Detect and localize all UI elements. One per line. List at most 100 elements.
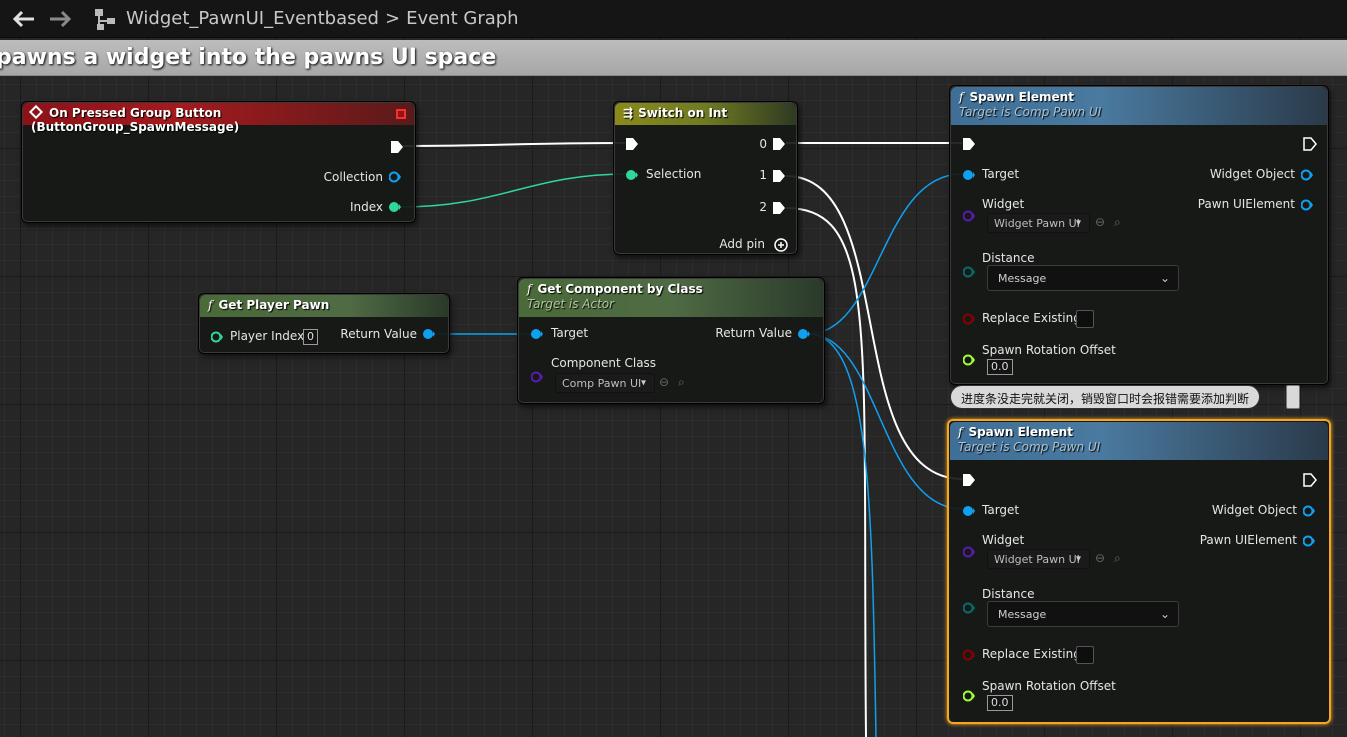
exec-out-1-pin-icon[interactable] [772,169,786,183]
node-comment-bubble[interactable]: 进度条没走完就关闭，销毁窗口时会报错需要添加判断 [950,385,1261,409]
component-class-pin-icon[interactable] [531,371,543,383]
pin-label-pawn-uielement: Pawn UIElement [1197,197,1295,211]
spawn-element-node-1[interactable]: f Spawn Element Target is Comp Pawn UI Ta… [949,85,1329,385]
player-index-pin-icon[interactable] [211,331,223,343]
function-icon: f [208,298,213,312]
widget-class-pin-icon[interactable] [963,210,975,222]
event-node-on-pressed-group-button[interactable]: On Pressed Group Button (ButtonGroup_Spa… [21,101,416,223]
chevron-down-icon: ⌄ [1159,271,1170,285]
pin-label-target: Target [551,326,589,340]
exec-out-0-pin-icon[interactable] [772,137,786,151]
spawn-element-subtitle-2: Target is Comp Pawn UI [958,440,1101,454]
target-pin-icon[interactable] [531,328,543,340]
return-value-pin-icon[interactable] [798,328,810,340]
widget-class-dropdown[interactable]: Widget Pawn UI ▾ [987,549,1090,569]
comment-pin-icon[interactable] [1286,385,1300,409]
browse-arrow-icon[interactable]: ⊖ [1095,215,1105,229]
event-node-header: On Pressed Group Button (ButtonGroup_Spa… [23,103,414,134]
spawn-element-title-1: Spawn Element [969,90,1074,104]
get-component-by-class-node[interactable]: f Get Component by Class Target is Actor … [517,277,825,404]
exec-out-pin-icon[interactable] [390,140,404,154]
exec-in-pin-icon[interactable] [625,137,639,151]
replace-existing-pin-icon[interactable] [963,649,975,661]
pin-label-0: 0 [759,137,767,151]
widget-class-pin-icon[interactable] [963,546,975,558]
event-node-title: On Pressed Group Button (ButtonGroup_Spa… [31,106,240,134]
search-icon[interactable]: ⌕ [678,375,685,390]
spawn-element-header-1: f Spawn Element Target is Comp Pawn UI [951,87,1327,125]
rotation-offset-input[interactable]: 0.0 [987,359,1013,375]
rotation-offset-pin-icon[interactable] [963,354,975,366]
spawn-element-title-2: Spawn Element [968,425,1073,439]
pawn-uielement-pin-icon[interactable] [1303,535,1315,547]
exec-in-pin-icon[interactable] [962,137,976,151]
function-icon: f [958,425,963,439]
exec-out-2-pin-icon[interactable] [772,201,786,215]
exec-out-pin-icon[interactable] [1303,137,1317,151]
widget-object-pin-icon[interactable] [1301,169,1313,181]
add-pin-plus-icon[interactable] [774,238,788,252]
target-pin-icon[interactable] [963,169,975,181]
widget-class-dropdown[interactable]: Widget Pawn UI ▾ [987,213,1090,233]
pin-label-2: 2 [759,200,767,214]
pin-label-widget: Widget [982,533,1025,547]
pin-label-pawn-uielement: Pawn UIElement [1199,533,1297,547]
chevron-down-icon: ▾ [1075,217,1081,229]
get-component-title: Get Component by Class [537,282,703,296]
get-player-pawn-header: f Get Player Pawn [200,295,448,317]
function-icon: f [959,90,964,104]
pin-label-widget-object: Widget Object [1209,167,1295,181]
exec-out-pin-icon[interactable] [1303,473,1317,487]
search-icon[interactable]: ⌕ [1114,551,1121,566]
pin-label-replace-existing: Replace Existing [982,647,1081,661]
collection-pin-icon[interactable] [389,171,401,183]
pin-label-spawn-rotation-offset: Spawn Rotation Offset [982,679,1116,693]
switch-node-title: Switch on Int [638,106,728,120]
replace-existing-pin-icon[interactable] [963,313,975,325]
object-wire-comp-spawn2 [807,333,963,510]
component-class-value: Comp Pawn UI [562,377,642,390]
pawn-uielement-pin-icon[interactable] [1301,199,1313,211]
browse-arrow-icon[interactable]: ⊖ [1095,551,1105,565]
add-pin-button[interactable]: Add pin [719,237,765,251]
switch-icon: ⇶ [623,106,634,120]
switch-on-int-node[interactable]: ⇶ Switch on Int Selection 0 1 2 Add pin [613,101,798,255]
event-diamond-icon [28,104,44,120]
distance-pin-icon[interactable] [963,602,975,614]
player-index-input[interactable]: 0 [303,329,318,345]
pin-label-distance: Distance [982,587,1035,601]
exec-in-pin-icon[interactable] [962,473,976,487]
spawn-element-node-2[interactable]: f Spawn Element Target is Comp Pawn UI Ta… [947,419,1331,724]
delegate-pin-icon[interactable] [396,109,406,119]
pin-label-1: 1 [759,168,767,182]
pin-label-selection: Selection [646,167,702,181]
pin-label-distance: Distance [982,251,1035,265]
get-player-pawn-node[interactable]: f Get Player Pawn Player Index 0 Return V… [198,293,450,354]
selection-pin-icon[interactable] [626,169,638,181]
distance-enum-dropdown[interactable]: Message ⌄ [987,601,1179,627]
pin-label-collection: Collection [323,170,383,184]
widget-object-pin-icon[interactable] [1303,505,1315,517]
chevron-down-icon: ⌄ [1159,607,1170,621]
spawn-element-header-2: f Spawn Element Target is Comp Pawn UI [950,422,1328,460]
distance-pin-icon[interactable] [963,266,975,278]
browse-arrow-icon[interactable]: ⊖ [659,375,669,389]
pin-label-spawn-rotation-offset: Spawn Rotation Offset [982,343,1116,357]
pin-label-target: Target [982,167,1020,181]
replace-existing-checkbox[interactable] [1076,646,1094,664]
component-class-dropdown[interactable]: Comp Pawn UI ▾ [555,373,655,393]
object-wire-comp-spawn1 [807,173,963,335]
pin-label-widget: Widget [982,197,1025,211]
rotation-offset-input[interactable]: 0.0 [987,695,1013,711]
return-value-pin-icon[interactable] [423,328,435,340]
switch-node-header: ⇶ Switch on Int [615,103,796,125]
replace-existing-checkbox[interactable] [1076,310,1094,328]
pin-label-widget-object: Widget Object [1211,503,1297,517]
get-component-header: f Get Component by Class Target is Actor [519,279,823,317]
int-wire-index-selection [400,173,628,208]
rotation-offset-pin-icon[interactable] [963,690,975,702]
target-pin-icon[interactable] [963,505,975,517]
distance-enum-dropdown[interactable]: Message ⌄ [987,265,1179,291]
index-pin-icon[interactable] [389,201,401,213]
search-icon[interactable]: ⌕ [1114,215,1121,230]
